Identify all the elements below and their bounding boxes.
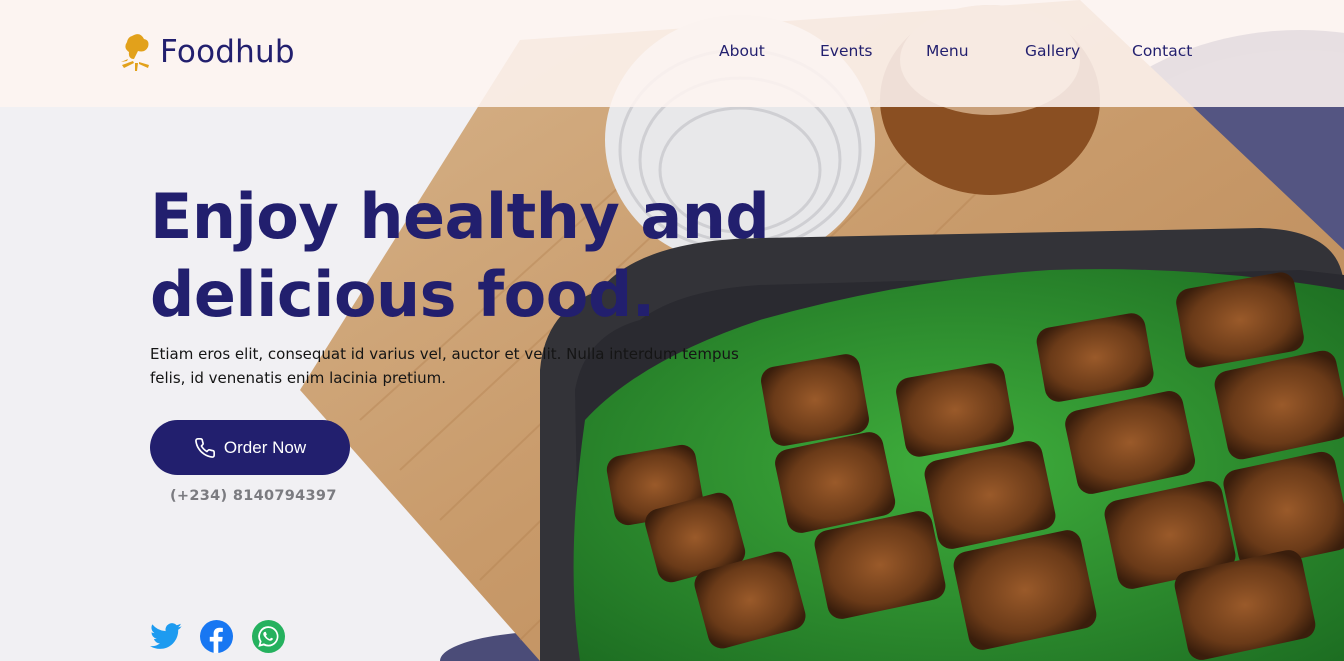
phone-icon — [195, 437, 215, 458]
brand-logo[interactable]: Foodhub — [118, 30, 295, 74]
nav-link-events[interactable]: Events — [820, 42, 872, 60]
top-navbar: Foodhub About Events Menu Gallery Contac… — [0, 0, 1344, 107]
hero-section: Foodhub About Events Menu Gallery Contac… — [0, 0, 1344, 661]
nav-link-contact[interactable]: Contact — [1132, 42, 1192, 60]
brand-name: Foodhub — [160, 34, 295, 70]
hero-title-line-1: Enjoy healthy and — [150, 180, 770, 253]
nav-link-gallery[interactable]: Gallery — [1025, 42, 1080, 60]
facebook-icon[interactable] — [200, 620, 233, 653]
order-now-button[interactable]: Order Now — [150, 420, 350, 475]
twitter-icon[interactable] — [150, 620, 183, 653]
hero-title: Enjoy healthy and delicious food. — [150, 178, 790, 334]
phone-number: (+234) 8140794397 — [170, 488, 337, 504]
whatsapp-icon[interactable] — [252, 620, 285, 653]
hero-title-line-2: delicious food. — [150, 258, 655, 331]
order-now-label: Order Now — [223, 437, 307, 457]
nav-link-about[interactable]: About — [719, 42, 765, 60]
chef-hat-icon — [121, 34, 149, 71]
hero-description: Etiam eros elit, consequat id varius vel… — [150, 345, 739, 387]
nav-link-menu[interactable]: Menu — [926, 42, 969, 60]
